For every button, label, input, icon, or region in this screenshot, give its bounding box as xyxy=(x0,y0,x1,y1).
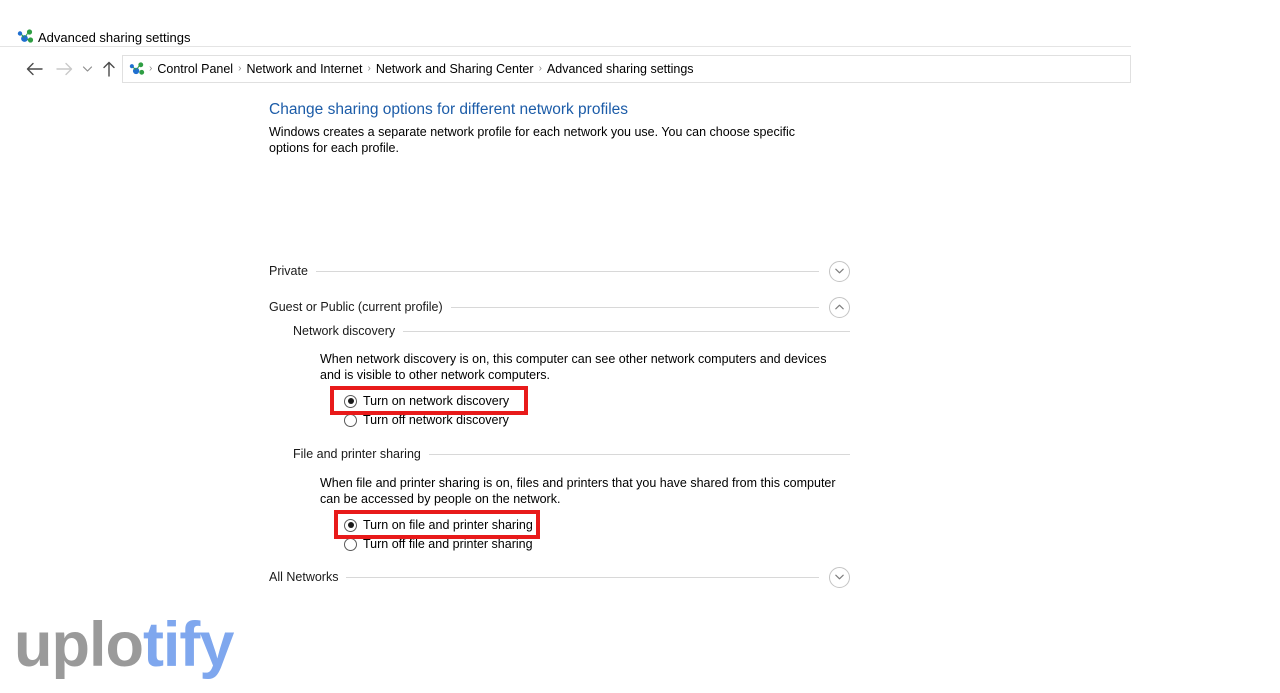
page-title: Change sharing options for different net… xyxy=(269,101,629,118)
profile-rule xyxy=(450,306,819,308)
section-description-file-and-printer-sharing: When file and printer sharing is on, fil… xyxy=(320,476,836,506)
profile-row-guest-or-public[interactable]: Guest or Public (current profile) xyxy=(269,296,850,318)
section-rule xyxy=(403,330,850,332)
profile-rule xyxy=(315,270,819,272)
radio-label: Turn on file and printer sharing xyxy=(363,517,533,532)
address-bar[interactable]: › Control Panel › Network and Internet ›… xyxy=(122,55,1131,83)
chevron-up-icon[interactable] xyxy=(829,296,850,318)
up-arrow-icon[interactable] xyxy=(97,57,121,81)
page-description: Windows creates a separate network profi… xyxy=(269,125,795,155)
section-description-network-discovery: When network discovery is on, this compu… xyxy=(320,352,827,382)
radio-label: Turn on network discovery xyxy=(363,393,510,408)
window-title-bar: Advanced sharing settings xyxy=(0,0,1131,46)
profile-rule xyxy=(346,576,819,578)
window-title: Advanced sharing settings xyxy=(38,30,191,45)
breadcrumb-item-advanced-sharing-settings[interactable]: Advanced sharing settings xyxy=(543,61,698,77)
section-title-network-discovery: Network discovery xyxy=(293,324,396,338)
profile-row-all-networks[interactable]: All Networks xyxy=(269,566,850,588)
watermark-text-part-a: uplo xyxy=(14,610,144,680)
network-sharing-icon xyxy=(129,61,146,77)
forward-arrow-icon[interactable] xyxy=(52,57,76,81)
back-arrow-icon[interactable] xyxy=(22,57,46,81)
chevron-down-icon[interactable] xyxy=(829,260,850,282)
radio-indicator[interactable] xyxy=(344,537,357,551)
main-content-area xyxy=(0,91,1131,693)
radio-indicator[interactable] xyxy=(344,394,357,408)
section-header-file-and-printer-sharing: File and printer sharing xyxy=(293,445,850,463)
breadcrumb-item-network-and-internet[interactable]: Network and Internet xyxy=(242,61,366,77)
watermark-text-part-b: tify xyxy=(142,610,234,680)
profile-label-guest-or-public: Guest or Public (current profile) xyxy=(269,300,443,314)
breadcrumb-item-network-and-sharing-center[interactable]: Network and Sharing Center xyxy=(372,61,538,77)
profile-label-private: Private xyxy=(269,264,308,278)
section-header-network-discovery: Network discovery xyxy=(293,322,850,340)
network-sharing-icon xyxy=(17,29,35,45)
profile-label-all-networks: All Networks xyxy=(269,570,339,584)
chevron-down-icon[interactable] xyxy=(829,566,850,588)
radio-turn-on-file-and-printer-sharing-top[interactable]: Turn on file and printer sharing xyxy=(344,516,533,534)
breadcrumb-item-control-panel[interactable]: Control Panel xyxy=(153,61,237,77)
section-title-file-and-printer-sharing: File and printer sharing xyxy=(293,447,421,461)
radio-indicator[interactable] xyxy=(344,413,357,427)
section-rule xyxy=(428,453,850,455)
radio-indicator[interactable] xyxy=(344,518,357,532)
profile-row-private[interactable]: Private xyxy=(269,260,850,282)
uplotify-watermark-logo: uplotify xyxy=(14,608,234,682)
recent-locations-chevron-icon[interactable] xyxy=(78,57,96,81)
radio-turn-on-network-discovery-top[interactable]: Turn on network discovery xyxy=(344,392,509,410)
